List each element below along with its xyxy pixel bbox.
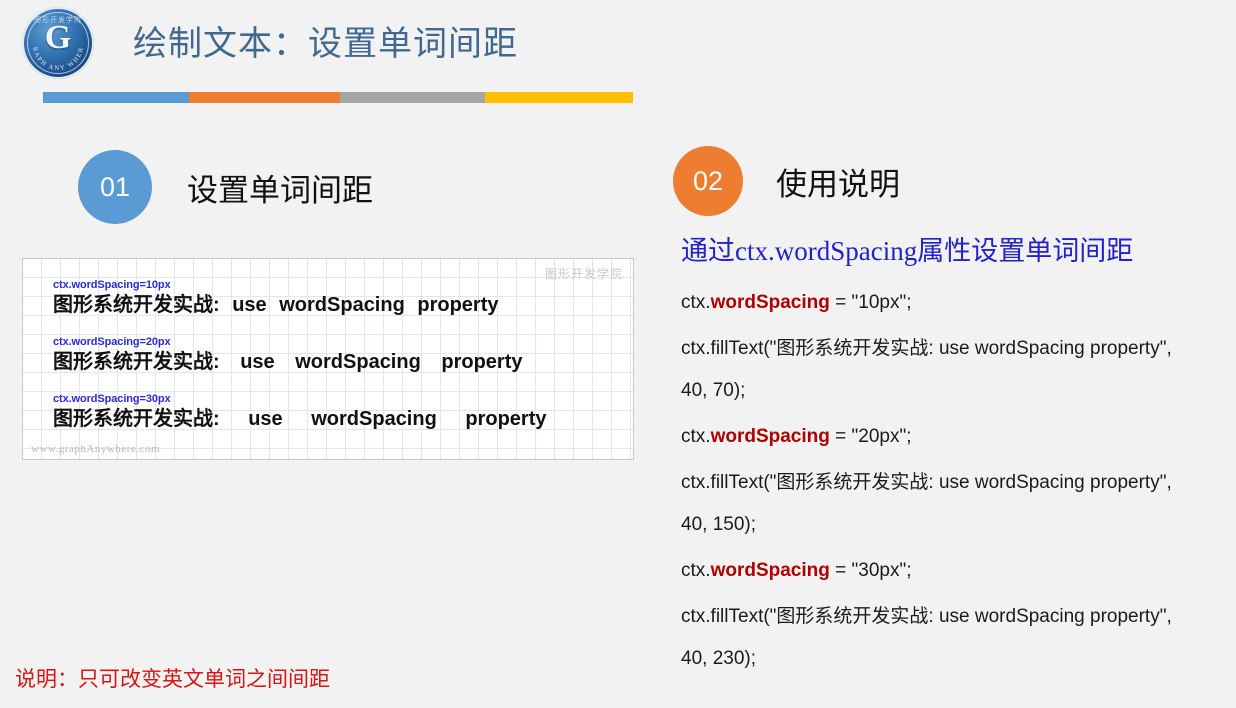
canvas-watermark-bottom-left: www.graphAnywhere.com [31,443,160,455]
code-suffix: = "20px"; [829,426,912,447]
usage-heading: 通过ctx.wordSpacing属性设置单词间距 [681,236,1134,266]
section-heading-02: 02 使用说明 [673,146,900,216]
code-prefix: ctx. [681,426,711,447]
code-line: ctx.fillText("图形系统开发实战: use wordSpacing … [681,606,1172,669]
accent-bar [43,92,633,103]
code-line: ctx.fillText("图形系统开发实战: use wordSpacing … [681,338,1172,401]
accent-segment-blue [43,92,189,103]
accent-segment-orange [189,92,340,103]
canvas-watermark-top-right: 图形开发学院 [544,267,623,281]
section-badge-02: 02 [673,146,743,216]
section-badge-01: 01 [78,150,152,224]
page-title: 绘制文本：设置单词间距 [133,25,518,63]
usage-column: 通过ctx.wordSpacing属性设置单词间距 ctx.wordSpacin… [681,234,1226,684]
slide-header: 图形开发学院 G GRAPH ANY WHERE 绘制文本：设置单词间距 [0,0,1236,103]
note-text: 说明：只可改变英文单词之间间距 [15,668,330,691]
logo-arc-text-icon: GRAPH ANY WHERE [22,7,94,79]
canvas-demo-label: ctx.wordSpacing=20px [53,336,171,348]
code-keyword: wordSpacing [710,426,830,447]
canvas-demo-row: ctx.wordSpacing=30px 图形系统开发实战: use wordS… [53,393,546,432]
code-prefix: ctx. [681,292,711,313]
svg-text:GRAPH ANY WHERE: GRAPH ANY WHERE [22,7,85,72]
section-title-01: 设置单词间距 [187,172,373,208]
canvas-demo-label: ctx.wordSpacing=30px [53,393,171,405]
accent-segment-yellow [485,92,633,103]
code-line: ctx.fillText("图形系统开发实战: use wordSpacing … [681,472,1172,535]
code-keyword: wordSpacing [710,292,830,313]
code-line: ctx.wordSpacing = "20px"; [681,416,1226,458]
canvas-demo-panel: 图形开发学院 ctx.wordSpacing=10px 图形系统开发实战: us… [22,258,634,460]
canvas-demo-text: 图形系统开发实战: use wordSpacing property [53,294,499,316]
canvas-demo-row: ctx.wordSpacing=20px 图形系统开发实战: use wordS… [53,336,522,375]
canvas-demo-label: ctx.wordSpacing=10px [53,279,171,291]
canvas-demo-text: 图形系统开发实战: use wordSpacing property [53,408,547,430]
code-suffix: = "30px"; [829,560,912,581]
code-line: ctx.wordSpacing = "10px"; [681,282,1226,324]
code-suffix: = "10px"; [829,292,912,313]
code-prefix: ctx. [681,560,711,581]
graph-anywhere-logo: 图形开发学院 G GRAPH ANY WHERE [22,7,94,79]
code-keyword: wordSpacing [710,560,830,581]
accent-segment-gray [340,92,485,103]
code-line: ctx.wordSpacing = "30px"; [681,550,1226,592]
canvas-demo-text: 图形系统开发实战: use wordSpacing property [53,351,523,373]
section-title-02: 使用说明 [776,166,900,202]
section-heading-01: 01 设置单词间距 [78,150,373,224]
canvas-demo-row: ctx.wordSpacing=10px 图形系统开发实战: use wordS… [53,279,498,318]
usage-code-block: ctx.wordSpacing = "10px"; ctx.fillText("… [681,282,1226,680]
